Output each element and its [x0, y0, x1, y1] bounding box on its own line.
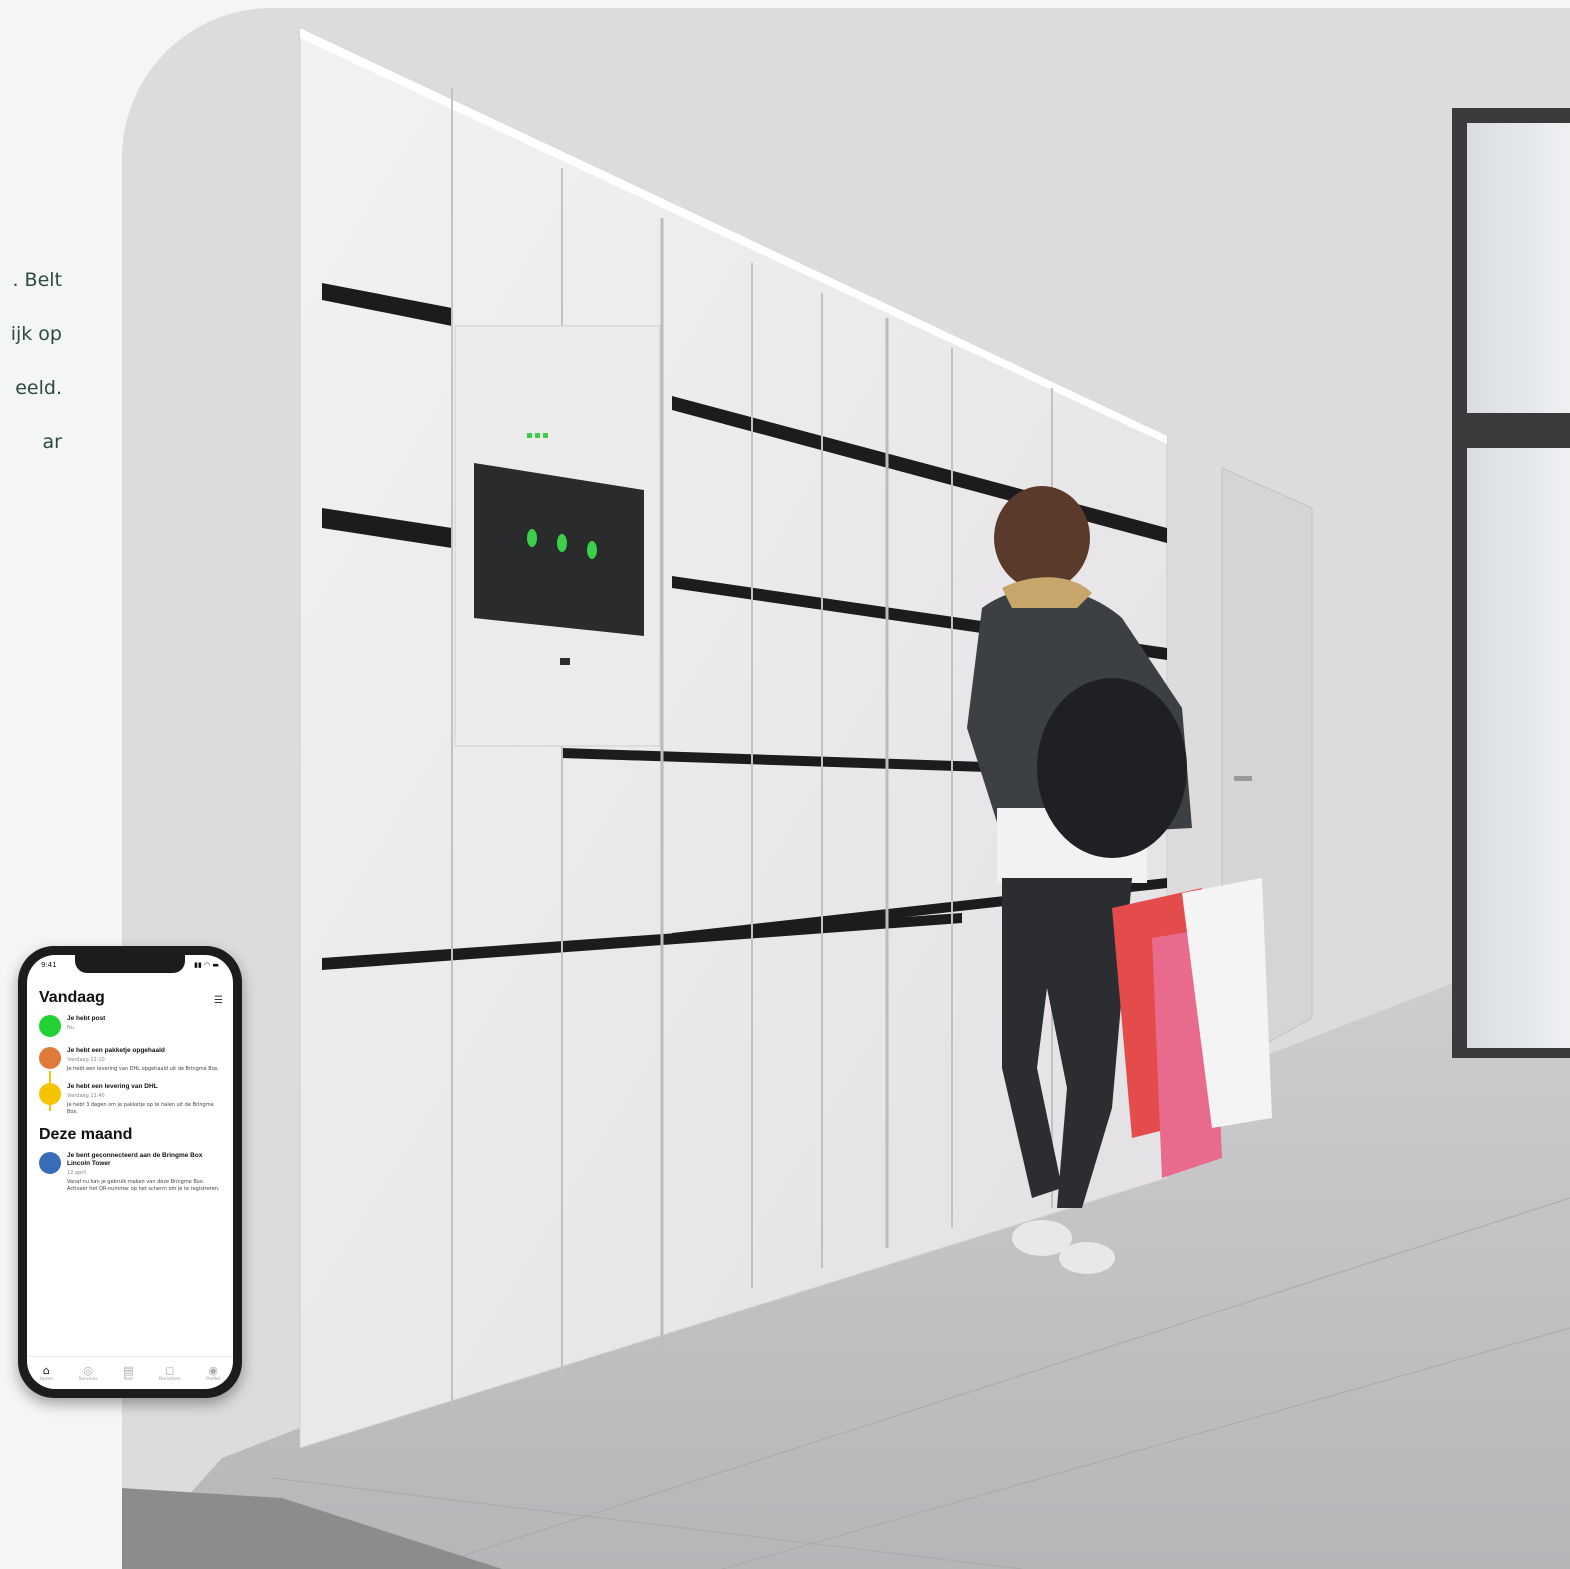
- tab-label: Post: [123, 1376, 133, 1382]
- month-heading: Deze maand: [39, 1126, 133, 1143]
- status-icons: ▮▮ ◠ ▬: [194, 961, 219, 969]
- intro-line: ar: [42, 431, 62, 453]
- feed-description: Je hebt 3 dagen om je pakketje op te hal…: [67, 1102, 214, 1115]
- menu-icon[interactable]: ☰: [214, 995, 223, 1006]
- feed-title: Je bent geconnecteerd aan de Bringme Box…: [67, 1152, 203, 1167]
- feed-time: Vandaag 11:40: [67, 1093, 105, 1099]
- phone-screen: 9:41 ▮▮ ◠ ▬ Vandaag ☰ Je hebt post Nu Je…: [27, 955, 233, 1389]
- feed-item[interactable]: Je bent geconnecteerd aan de Bringme Box…: [39, 1152, 223, 1193]
- feed-description: Vanaf nu kan je gebruik maken van deze B…: [67, 1179, 220, 1192]
- tab-label: Berichten: [158, 1376, 181, 1382]
- tab-profile[interactable]: ◉ Profiel: [206, 1363, 221, 1382]
- status-bar: 9:41 ▮▮ ◠ ▬: [41, 961, 219, 969]
- intro-line: ijk op: [10, 323, 62, 345]
- home-icon: ⌂: [42, 1363, 50, 1377]
- feed-item[interactable]: Je hebt een levering van DHL Vandaag 11:…: [39, 1083, 223, 1116]
- feed-item[interactable]: Je hebt een pakketje opgehaald Vandaag 1…: [39, 1047, 223, 1111]
- feed-description: Je hebt een levering van DHL opgehaald u…: [67, 1066, 220, 1072]
- status-dot-icon: [39, 1015, 61, 1037]
- tab-services[interactable]: ◎ Services: [78, 1363, 98, 1382]
- tab-bar: ⌂ Home ◎ Services ▤ Post ◻ Berichten ◉ P…: [27, 1356, 233, 1389]
- locker-scene-illustration: [122, 8, 1570, 1569]
- tab-label: Profiel: [206, 1376, 221, 1382]
- tab-label: Home: [39, 1376, 54, 1382]
- feed-item[interactable]: Je hebt post Nu: [39, 1015, 223, 1037]
- dhl-logo-icon: [39, 1083, 61, 1105]
- profile-icon: ◉: [208, 1363, 218, 1377]
- intro-line: eeld.: [15, 377, 62, 399]
- intro-text: . Belt ijk op eeld. ar: [0, 258, 62, 474]
- feed-title: Je hebt een pakketje opgehaald: [67, 1047, 165, 1054]
- connection-icon: [39, 1152, 61, 1174]
- services-icon: ◎: [83, 1363, 93, 1377]
- feed-time: Nu: [67, 1025, 74, 1031]
- feed-title: Je hebt post: [67, 1015, 106, 1022]
- tab-post[interactable]: ▤ Post: [123, 1363, 134, 1382]
- status-time: 9:41: [41, 961, 57, 969]
- phone-mockup: 9:41 ▮▮ ◠ ▬ Vandaag ☰ Je hebt post Nu Je…: [18, 946, 242, 1398]
- messages-icon: ◻: [165, 1363, 175, 1377]
- post-icon: ▤: [123, 1363, 134, 1377]
- hero-photo: [122, 8, 1570, 1569]
- intro-line: . Belt: [12, 269, 62, 291]
- tab-messages[interactable]: ◻ Berichten: [158, 1363, 181, 1382]
- feed-time: 12 april: [67, 1170, 87, 1176]
- tab-home[interactable]: ⌂ Home: [39, 1363, 54, 1382]
- package-icon: [39, 1047, 61, 1069]
- today-heading: Vandaag: [39, 989, 105, 1006]
- tab-label: Services: [78, 1376, 98, 1382]
- feed-time: Vandaag 12:10: [67, 1057, 105, 1063]
- feed-title: Je hebt een levering van DHL: [67, 1083, 158, 1090]
